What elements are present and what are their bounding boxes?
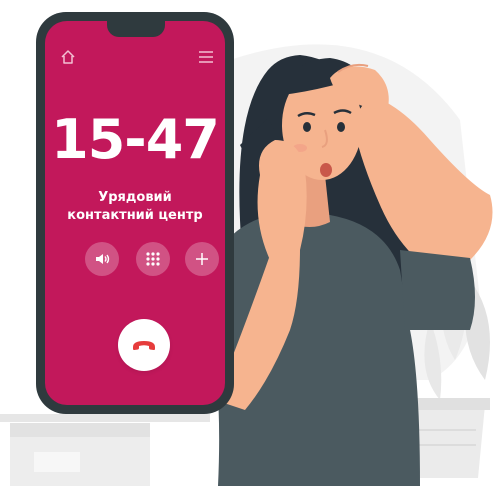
box-lid: [10, 423, 150, 437]
shelf: [0, 414, 210, 422]
phone-notch: [107, 21, 165, 37]
raised-arm-sleeve: [400, 250, 475, 330]
phone-hangup-icon: [133, 341, 155, 350]
keypad-icon: [146, 252, 160, 266]
add-icon: [196, 253, 208, 265]
phone-number: 15-47: [51, 108, 220, 171]
left-eye: [303, 122, 311, 132]
call-screen: 15-47 Урядовий контактний центр: [45, 21, 225, 405]
home-icon[interactable]: [59, 48, 77, 66]
hand-holding-phone: [257, 140, 307, 260]
menu-icon[interactable]: [197, 49, 215, 63]
speaker-icon: [96, 254, 110, 264]
smartphone: 15-47 Урядовий контактний центр: [36, 12, 234, 414]
keypad-button[interactable]: [136, 242, 170, 276]
right-eye: [337, 122, 345, 132]
caller-name: Урядовий контактний центр: [45, 189, 225, 225]
box-label: [34, 452, 80, 472]
caller-name-line-2: контактний центр: [67, 208, 203, 223]
mouth: [320, 163, 332, 177]
end-call-button[interactable]: [118, 319, 170, 371]
add-call-button[interactable]: [185, 242, 219, 276]
speaker-button[interactable]: [85, 242, 119, 276]
caller-name-line-1: Урядовий: [98, 190, 172, 205]
